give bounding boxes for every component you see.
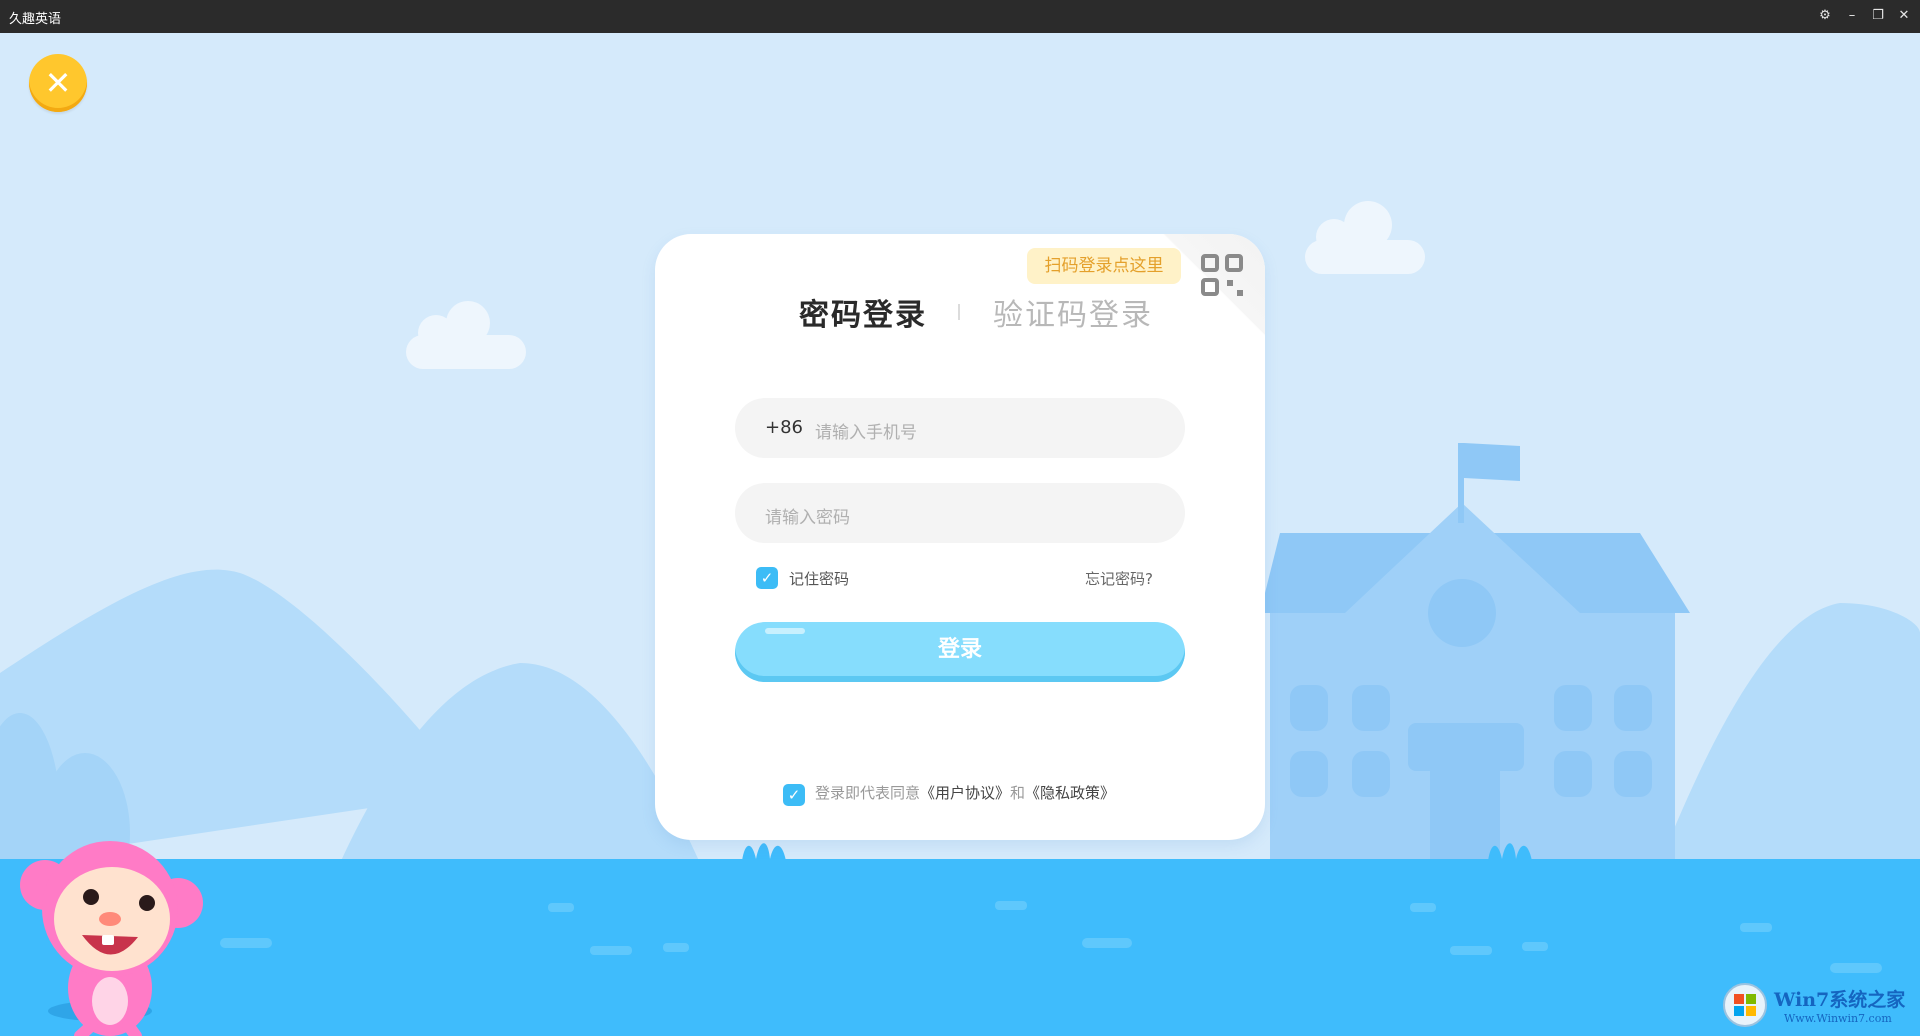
tab-code-login[interactable]: 验证码登录 — [993, 290, 1153, 334]
watermark-title: Win7系统之家 — [1774, 989, 1906, 1011]
phone-input[interactable]: 请输入手机号 — [815, 418, 917, 443]
tab-divider — [958, 304, 960, 320]
title-bar: 久趣英语 ⚙ – ❐ ✕ — [0, 0, 1920, 33]
agreement-conjunction: 和 — [1010, 784, 1026, 802]
agreement-prefix: 登录即代表同意 — [815, 784, 921, 802]
phone-field[interactable]: +86 请输入手机号 — [735, 398, 1185, 458]
watermark-url: Www.Winwin7.com — [1784, 1012, 1892, 1025]
password-field[interactable]: 请输入密码 — [735, 483, 1185, 543]
password-input[interactable]: 请输入密码 — [765, 503, 850, 528]
window-title: 久趣英语 — [9, 12, 62, 27]
login-button-label: 登录 — [937, 637, 982, 662]
privacy-policy-link[interactable]: 《隐私政策》 — [1025, 784, 1115, 802]
windows-logo-icon — [1723, 983, 1767, 1027]
minimize-icon[interactable]: – — [1842, 6, 1862, 26]
agreement-checkbox[interactable]: ✓ — [783, 784, 805, 806]
tab-password-login[interactable]: 密码登录 — [799, 290, 927, 334]
remember-checkbox[interactable]: ✓ — [756, 567, 778, 589]
agreement-text: 登录即代表同意《用户协议》和《隐私政策》 — [815, 782, 1115, 803]
button-gloss — [765, 628, 805, 634]
login-button[interactable]: 登录 — [735, 622, 1185, 682]
close-icon[interactable]: ✕ — [1894, 6, 1914, 26]
user-agreement-link[interactable]: 《用户协议》 — [920, 784, 1010, 802]
remember-label[interactable]: 记住密码 — [789, 568, 849, 589]
close-x-glyph: ✕ — [44, 64, 72, 102]
qr-login-tip[interactable]: 扫码登录点这里 — [1027, 248, 1181, 284]
country-code[interactable]: +86 — [765, 417, 803, 438]
close-icon[interactable]: ✕ — [29, 54, 87, 112]
login-card: 扫码登录点这里 密码登录 验证码登录 +86 请输入手机号 请输入密码 ✓ 记住… — [655, 234, 1265, 840]
restore-icon[interactable]: ❐ — [1868, 6, 1888, 26]
school-building — [1260, 443, 1690, 863]
settings-icon[interactable]: ⚙ — [1815, 6, 1835, 26]
forgot-password-link[interactable]: 忘记密码? — [1085, 568, 1153, 589]
site-watermark: Win7系统之家 Www.Winwin7.com — [1722, 982, 1912, 1030]
login-tabs: 密码登录 验证码登录 — [655, 290, 1265, 334]
